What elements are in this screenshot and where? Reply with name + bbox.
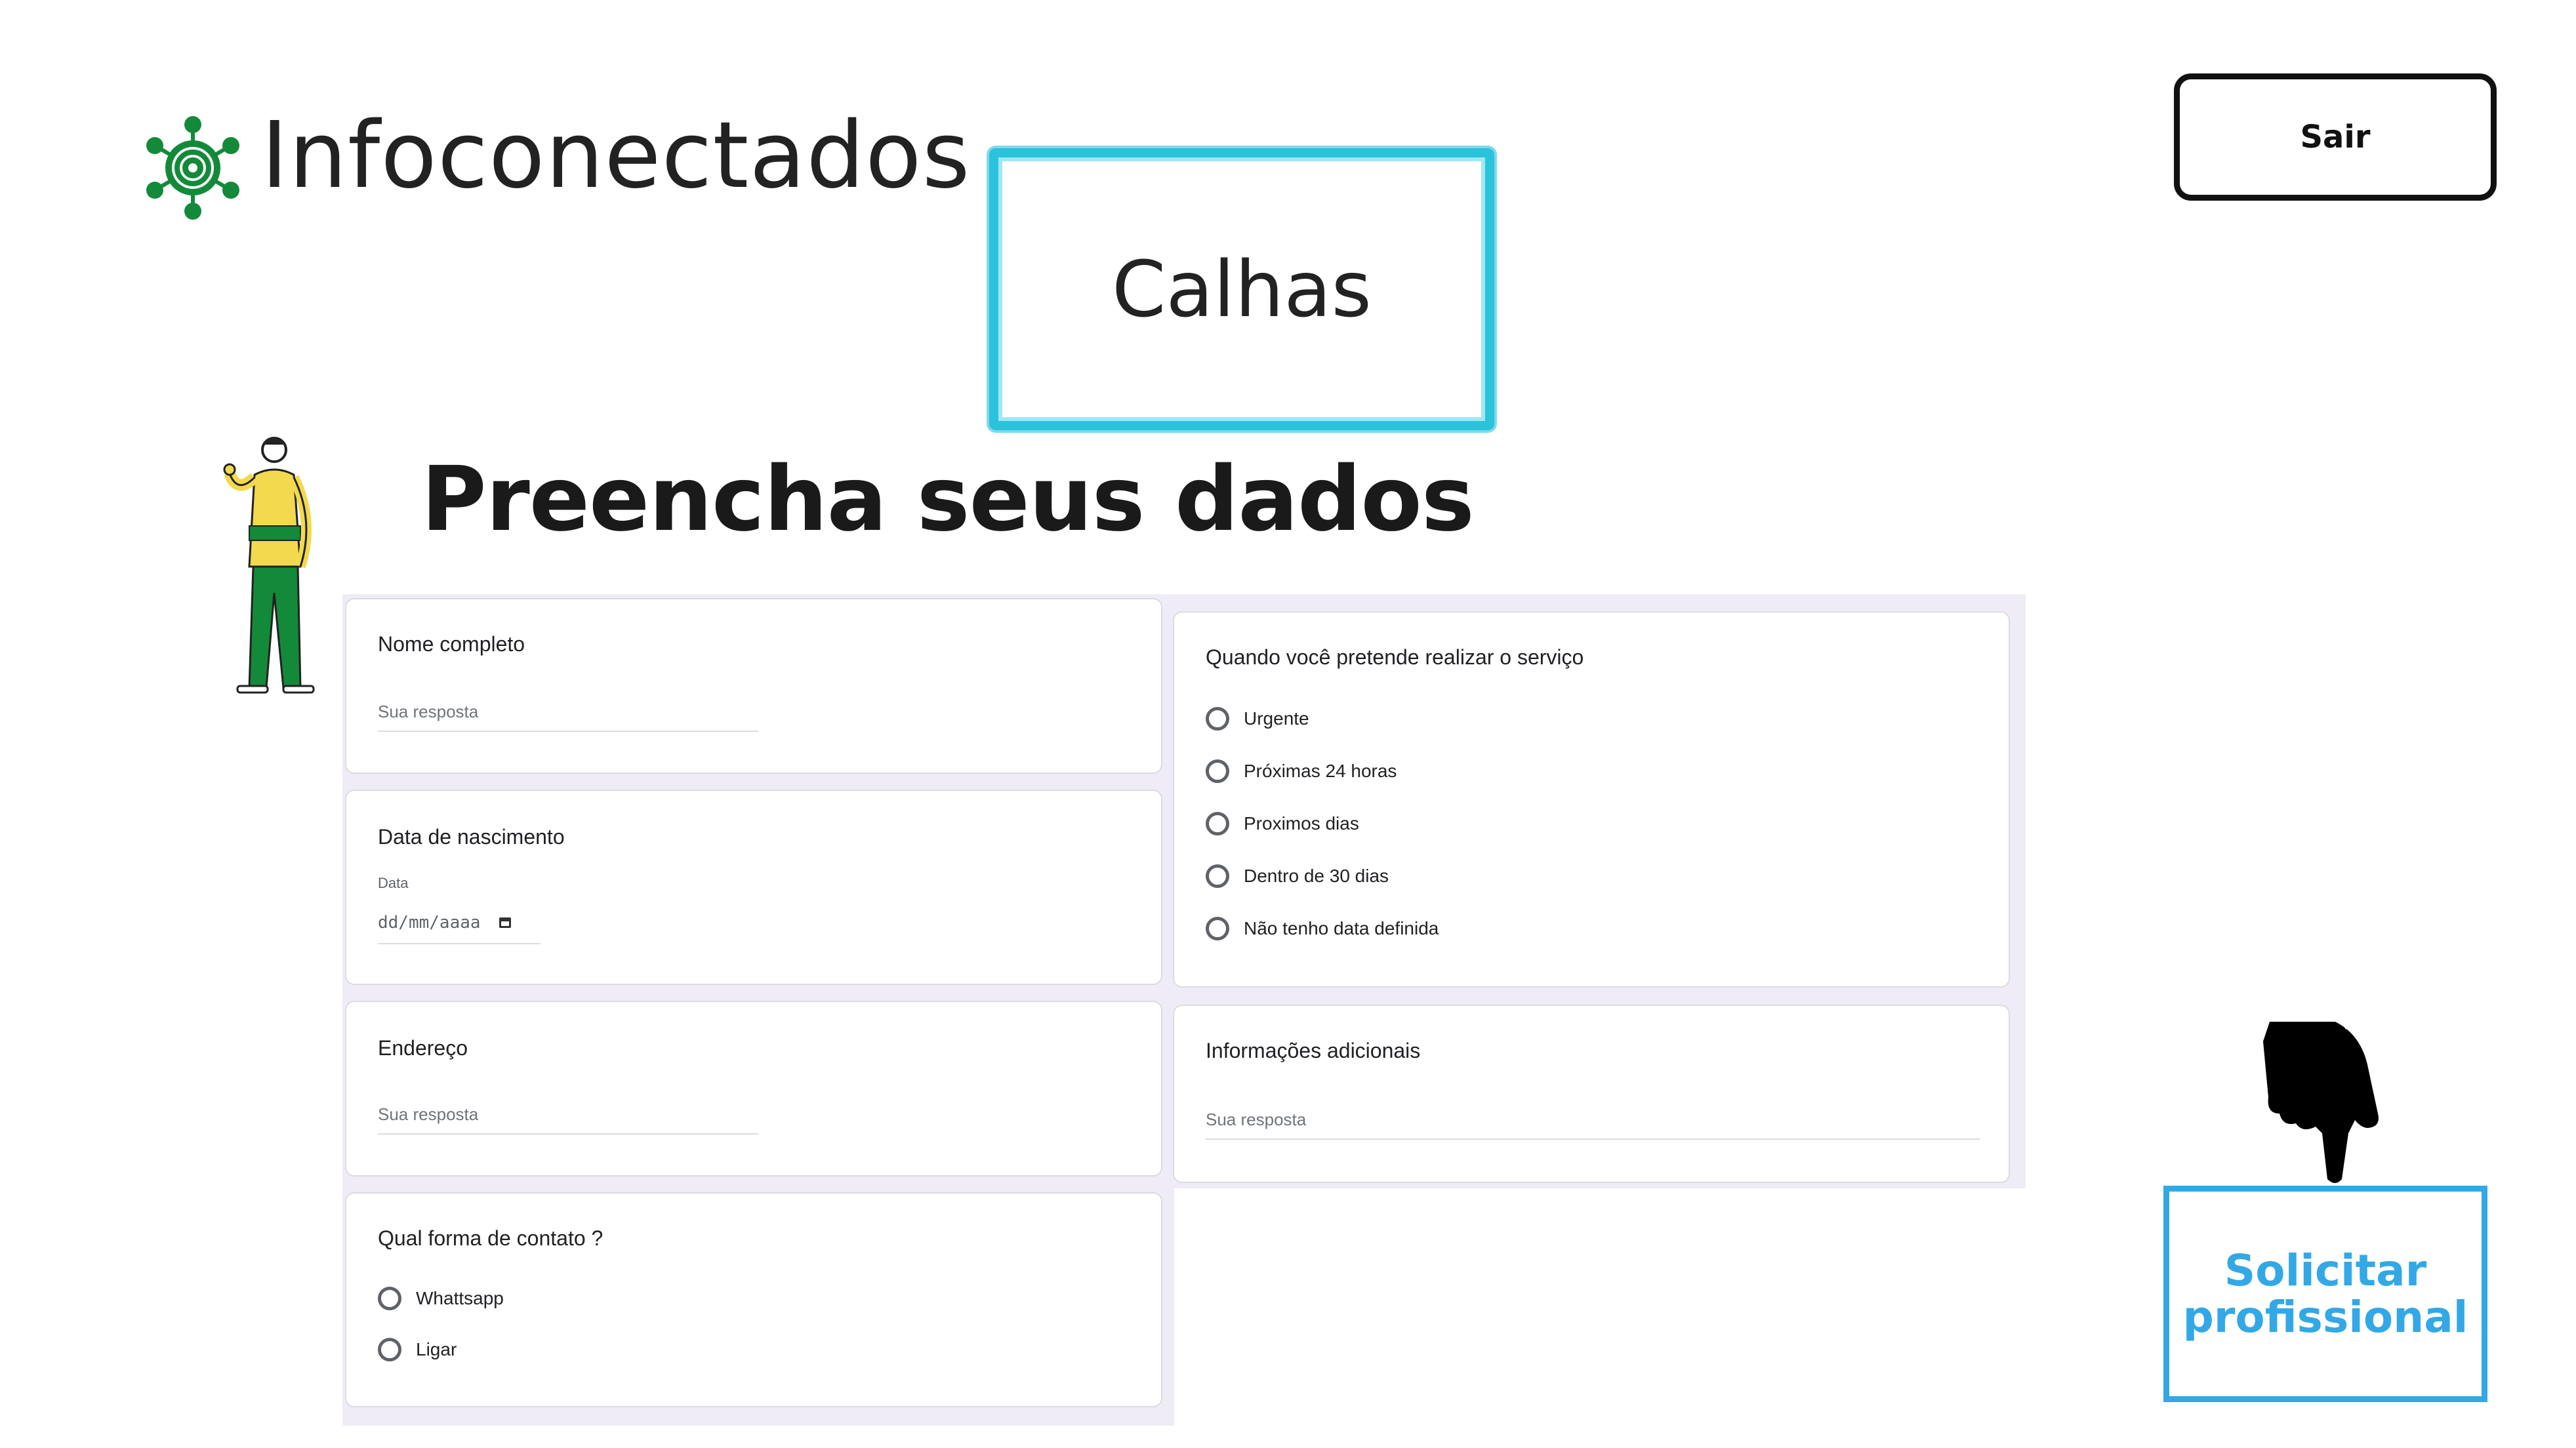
card-birth-date: Data de nascimento Data dd/mm/aaaa xyxy=(345,790,1162,985)
service-title: Calhas xyxy=(1111,244,1372,334)
pointing-down-hand-icon xyxy=(2263,1022,2379,1183)
person-illustration xyxy=(223,437,315,694)
question-label: Informações adicionais xyxy=(1206,1039,1421,1062)
radio-label: Dentro de 30 dias xyxy=(1244,866,1389,886)
full-name-input[interactable]: Sua resposta xyxy=(378,702,478,722)
radio-label: Proximos dias xyxy=(1244,813,1359,834)
radio-option-24h[interactable]: Próximas 24 horas xyxy=(1206,759,1397,783)
question-label: Data de nascimento xyxy=(378,825,565,849)
additional-info-input[interactable]: Sua resposta xyxy=(1206,1110,1306,1130)
card-address: Endereço Sua resposta xyxy=(345,1001,1162,1176)
question-label: Endereço xyxy=(378,1036,468,1060)
radio-circle[interactable] xyxy=(1206,707,1229,731)
radio-label: Próximas 24 horas xyxy=(1244,761,1397,781)
radio-circle[interactable] xyxy=(1206,759,1229,783)
radio-circle[interactable] xyxy=(1206,864,1229,888)
input-underline xyxy=(1206,1138,1980,1140)
radio-circle[interactable] xyxy=(1206,812,1229,835)
address-input[interactable]: Sua resposta xyxy=(378,1104,478,1125)
input-underline xyxy=(378,943,541,944)
cta-line-1: Solicitar xyxy=(2224,1245,2427,1296)
radio-label: Whattsapp xyxy=(416,1288,504,1308)
question-label: Qual forma de contato ? xyxy=(378,1226,603,1250)
radio-label: Não tenho data definida xyxy=(1244,918,1439,938)
radio-option-whatsapp[interactable]: Whattsapp xyxy=(378,1287,504,1310)
question-label: Quando você pretende realizar o serviço xyxy=(1206,645,1584,669)
logout-button[interactable]: Sair xyxy=(2174,73,2497,201)
radio-option-30-days[interactable]: Dentro de 30 dias xyxy=(1206,864,1389,888)
radio-option-next-days[interactable]: Proximos dias xyxy=(1206,812,1359,835)
date-placeholder: dd/mm/aaaa xyxy=(378,913,481,933)
input-underline xyxy=(378,1133,758,1135)
card-contact-method: Qual forma de contato ? Whattsapp Ligar xyxy=(345,1192,1162,1407)
card-service-timing: Quando você pretende realizar o serviço … xyxy=(1173,611,2010,988)
brand-name: Infoconectados xyxy=(261,102,971,209)
input-underline xyxy=(378,731,758,732)
page-heading: Preencha seus dados xyxy=(421,448,1475,552)
question-label: Nome completo xyxy=(378,632,525,656)
logo-network-icon xyxy=(146,116,239,220)
radio-circle[interactable] xyxy=(378,1287,401,1310)
cta-line-2: profissional xyxy=(2182,1292,2468,1342)
card-full-name: Nome completo Sua resposta xyxy=(345,598,1162,774)
radio-label: Ligar xyxy=(416,1339,457,1359)
birth-date-input[interactable]: dd/mm/aaaa xyxy=(378,913,511,933)
radio-option-no-date[interactable]: Não tenho data definida xyxy=(1206,917,1439,940)
radio-option-urgent[interactable]: Urgente xyxy=(1206,707,1309,731)
request-professional-label: Solicitar profissional xyxy=(2183,1247,2468,1341)
date-sublabel: Data xyxy=(378,875,409,891)
radio-circle[interactable] xyxy=(378,1338,401,1361)
request-professional-button[interactable]: Solicitar profissional xyxy=(2163,1186,2487,1402)
radio-option-call[interactable]: Ligar xyxy=(378,1338,457,1361)
card-additional-info: Informações adicionais Sua resposta xyxy=(1173,1005,2010,1183)
radio-circle[interactable] xyxy=(1206,917,1229,940)
logout-label: Sair xyxy=(2300,119,2371,155)
radio-label: Urgente xyxy=(1244,708,1309,729)
service-title-box: Calhas xyxy=(989,148,1494,430)
calendar-icon[interactable] xyxy=(499,917,511,928)
